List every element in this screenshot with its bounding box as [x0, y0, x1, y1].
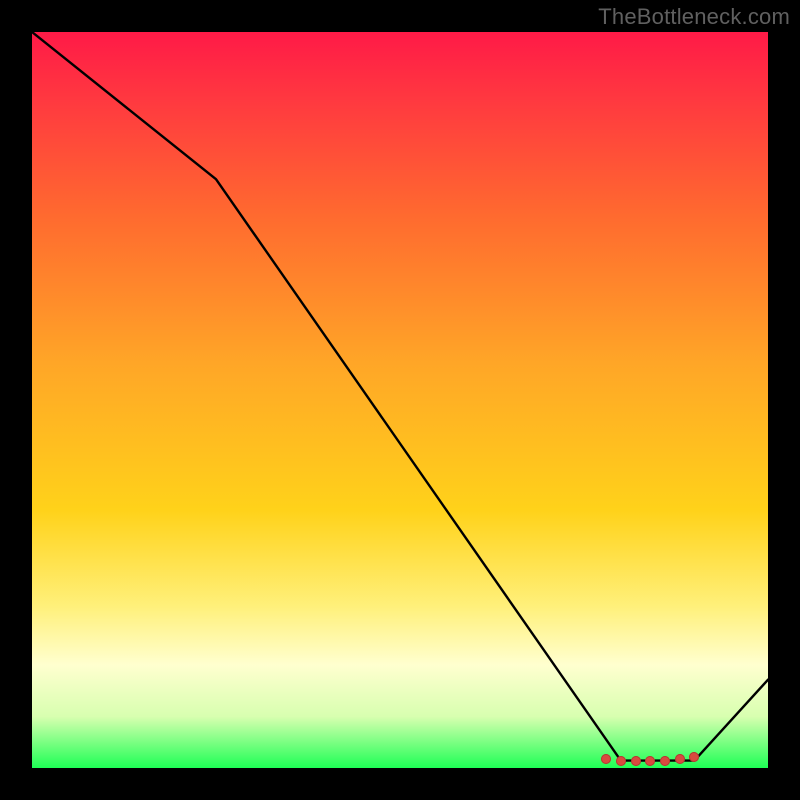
attribution-label: TheBottleneck.com	[598, 4, 790, 30]
data-marker	[645, 756, 655, 766]
data-marker	[616, 756, 626, 766]
line-series-curve	[32, 32, 768, 761]
chart-container: TheBottleneck.com	[0, 0, 800, 800]
data-marker	[675, 754, 685, 764]
plot-area	[32, 32, 768, 768]
data-marker	[660, 756, 670, 766]
data-marker	[631, 756, 641, 766]
chart-svg	[32, 32, 768, 768]
